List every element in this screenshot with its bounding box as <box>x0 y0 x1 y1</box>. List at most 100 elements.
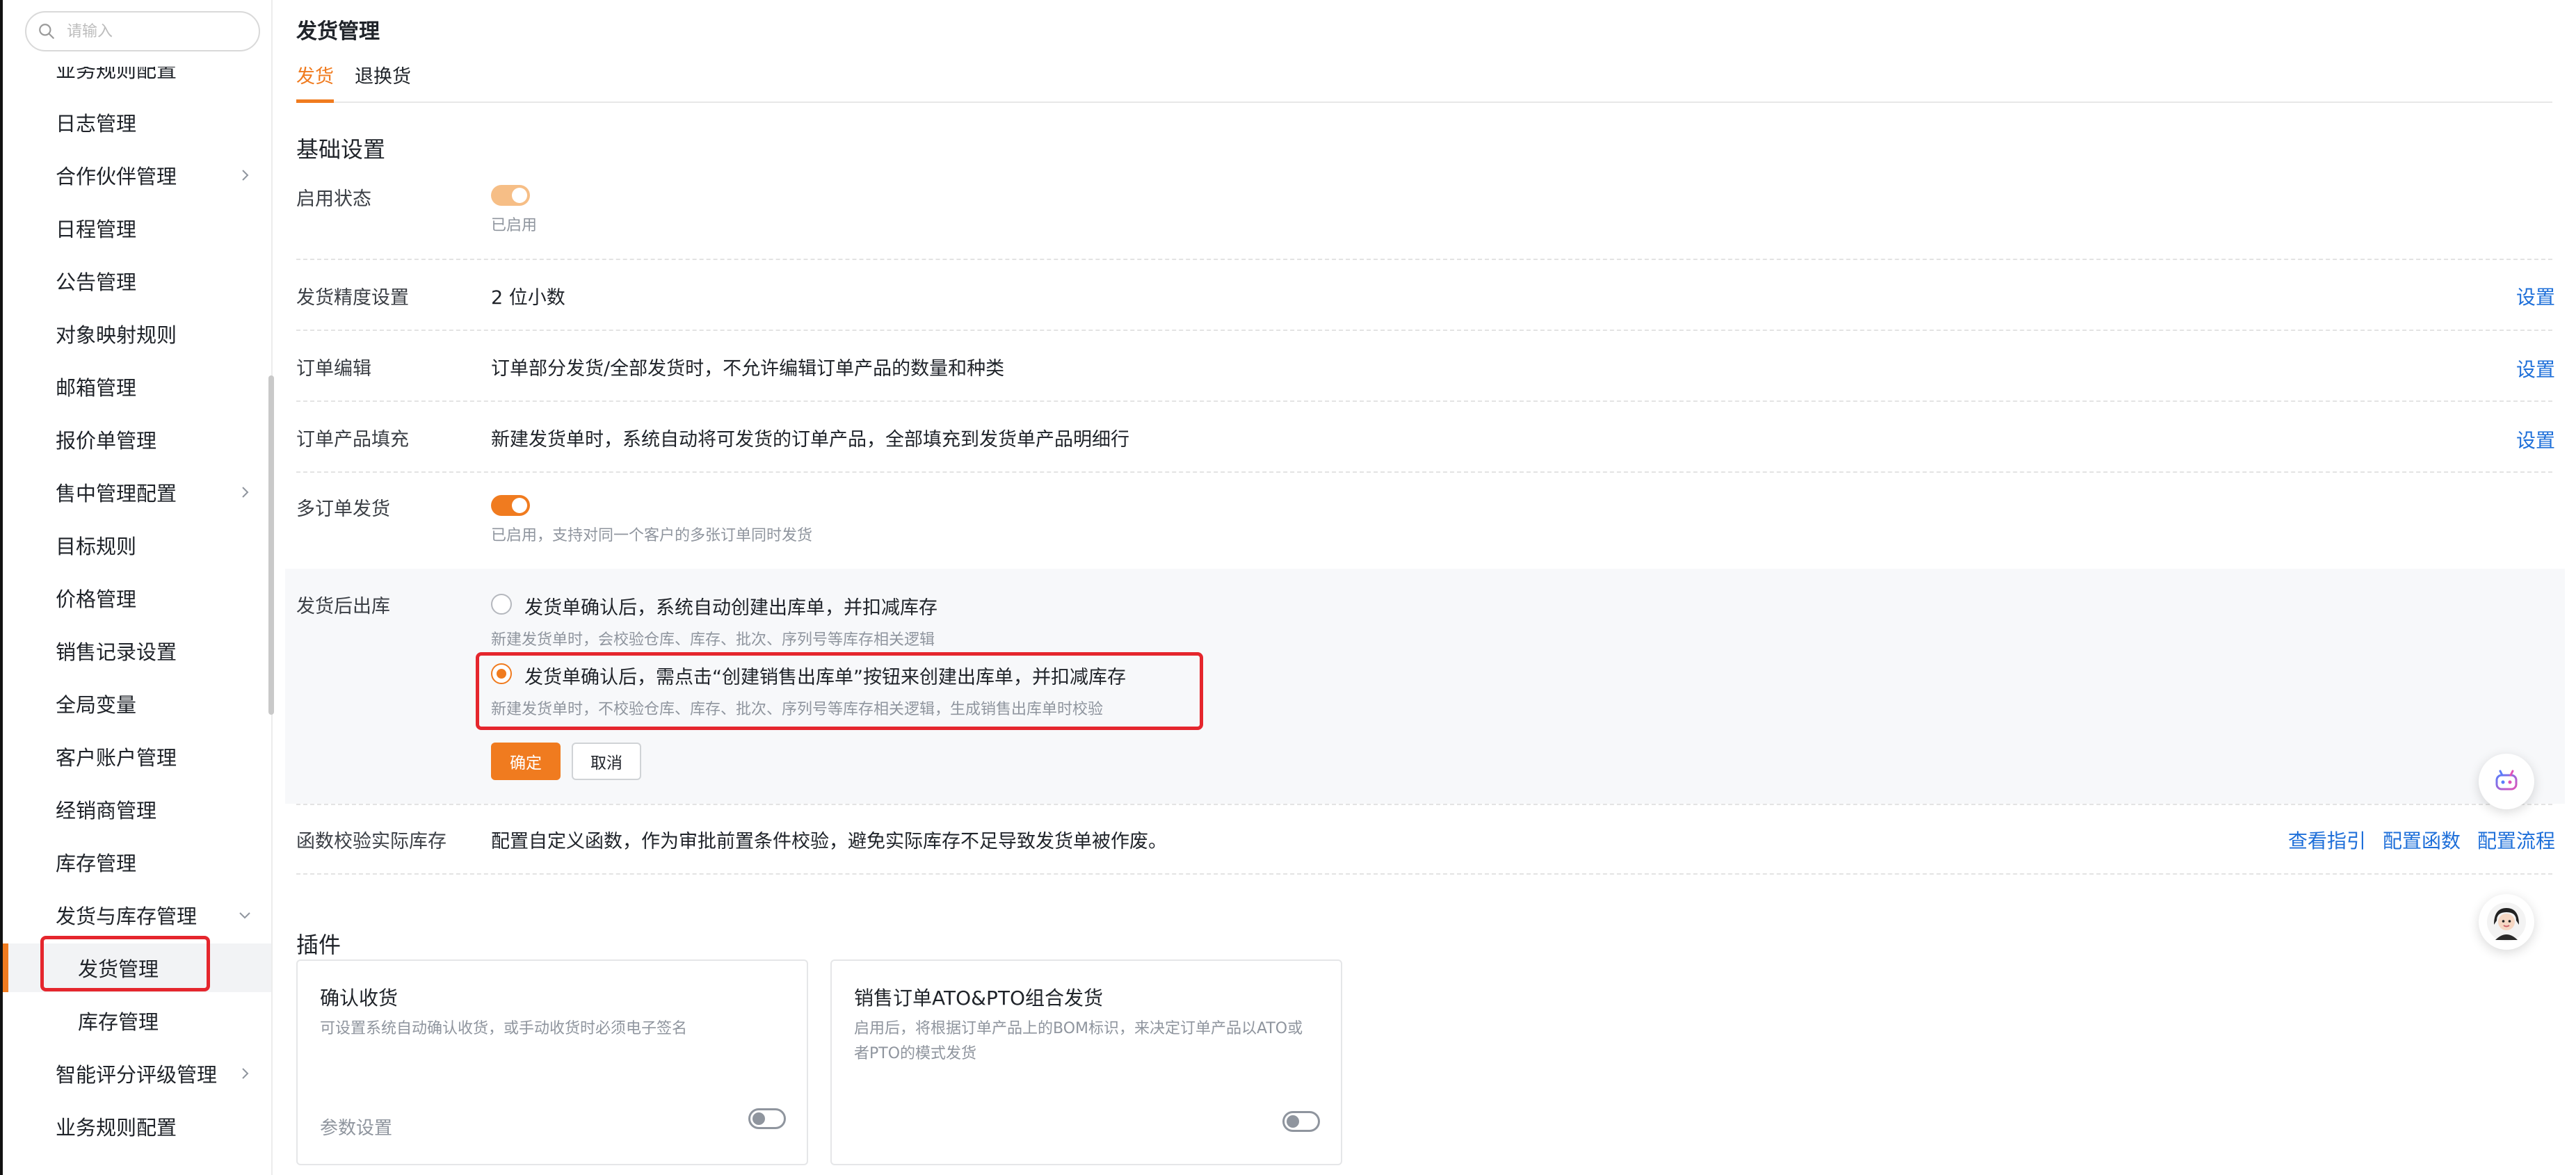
plugin-desc: 可设置系统自动确认收货，或手动收货时必须电子签名 <box>320 1020 688 1037</box>
sidebar-item-dealer[interactable]: 经销商管理 <box>3 785 274 834</box>
func-check-label: 函数校验实际库存 <box>296 831 446 852</box>
toggle-knob <box>512 498 527 513</box>
sidebar-item-label: 全局变量 <box>56 693 137 717</box>
chevron-right-icon <box>242 487 249 498</box>
divider <box>296 873 2552 875</box>
enable-status-toggle[interactable] <box>491 185 530 206</box>
sidebar-item-price[interactable]: 价格管理 <box>3 574 274 622</box>
plugin-title: 确认收货 <box>320 987 399 1010</box>
sidebar-item-target-rules[interactable]: 目标规则 <box>3 521 274 569</box>
after-ship-option1-radio[interactable] <box>491 594 512 615</box>
sidebar-item-inventory-sub[interactable]: 库存管理 <box>3 996 274 1045</box>
toggle-knob <box>512 188 527 203</box>
sidebar-item-mailbox[interactable]: 邮箱管理 <box>3 362 274 411</box>
plugin-params-setting[interactable]: 参数设置 <box>320 1114 392 1140</box>
sidebar-item-label: 价格管理 <box>56 588 137 611</box>
sidebar-item-label: 销售记录设置 <box>56 640 177 664</box>
divider <box>296 259 2552 260</box>
plugin-desc: 启用后，将根据订单产品上的BOM标识，来决定订单产品以ATO或者PTO的模式发货 <box>854 1020 1303 1062</box>
sidebar-item-label: 业务规则配置 <box>56 1116 177 1140</box>
order-edit-value: 订单部分发货/全部发货时，不允许编辑订单产品的数量和种类 <box>491 358 1005 380</box>
divider <box>296 804 2552 805</box>
sidebar-item-label: 客户账户管理 <box>56 746 177 770</box>
chevron-right-icon <box>242 1068 249 1079</box>
sidebar-item-object-mapping[interactable]: 对象映射规则 <box>3 309 274 358</box>
sidebar-item-label: 公告管理 <box>56 270 137 294</box>
sidebar-item-label: 库存管理 <box>56 852 137 875</box>
after-ship-option2-radio[interactable] <box>491 663 512 684</box>
sidebar-item-sales-record[interactable]: 销售记录设置 <box>3 626 274 675</box>
sidebar-item-scoring[interactable]: 智能评分评级管理 <box>3 1049 274 1098</box>
sidebar-item-label: 报价单管理 <box>56 429 157 453</box>
sidebar-item-label: 目标规则 <box>56 535 137 558</box>
sidebar-item-inventory[interactable]: 库存管理 <box>3 838 274 886</box>
plugin-title: 销售订单ATO&PTO组合发货 <box>854 987 1103 1010</box>
divider <box>296 471 2552 473</box>
sidebar-item-label: 智能评分评级管理 <box>56 1063 218 1087</box>
sidebar-item-label: 经销商管理 <box>56 799 157 822</box>
order-fill-value: 新建发货单时，系统自动将可发货的订单产品，全部填充到发货单产品明细行 <box>491 429 1129 451</box>
main-content: 发货管理 发货 退换货 基础设置 启用状态 已启用 发货精度设置 2 位小数 设… <box>273 0 2576 1175</box>
confirm-button[interactable]: 确定 <box>491 743 561 780</box>
after-ship-option2-label[interactable]: 发货单确认后，需点击“创建销售出库单”按钮来创建出库单，并扣减库存 <box>524 662 1126 689</box>
robot-assistant-icon <box>2495 770 2518 791</box>
avatar-icon <box>2487 902 2526 941</box>
multi-order-toggle[interactable] <box>491 495 530 516</box>
enable-status-sub: 已启用 <box>491 217 538 234</box>
sidebar-item-label: 合作伙伴管理 <box>56 165 177 188</box>
view-guide-link[interactable]: 查看指引 <box>2288 826 2366 854</box>
tab-shipping[interactable]: 发货 <box>296 61 334 103</box>
sidebar-item-shipping-inventory[interactable]: 发货与库存管理 <box>3 891 274 939</box>
sidebar-item-label: 业务规则配置 <box>56 67 177 82</box>
sidebar-item-schedule[interactable]: 日程管理 <box>3 204 274 252</box>
precision-settings-link[interactable]: 设置 <box>2516 282 2555 310</box>
divider <box>296 330 2552 331</box>
sidebar-item-business-rules[interactable]: 业务规则配置 <box>3 1102 274 1151</box>
after-ship-option1-sub: 新建发货单时，会校验仓库、库存、批次、序列号等库存相关逻辑 <box>491 631 935 649</box>
enable-status-label: 启用状态 <box>296 188 371 210</box>
multi-order-sub: 已启用，支持对同一个客户的多张订单同时发货 <box>491 527 813 544</box>
sidebar-item-shipping[interactable]: 发货管理 <box>3 943 271 992</box>
search-input[interactable] <box>65 22 246 41</box>
cancel-button[interactable]: 取消 <box>572 743 641 780</box>
sidebar-menu: 业务规则配置 日志管理 合作伙伴管理 日程管理 公告管理 对象映射规则 邮箱管理… <box>3 67 274 1175</box>
search-icon <box>39 24 54 39</box>
support-avatar-button[interactable] <box>2479 894 2534 950</box>
after-ship-option1-label[interactable]: 发货单确认后，系统自动创建出库单，并扣减库存 <box>524 592 937 619</box>
after-ship-label: 发货后出库 <box>296 596 390 617</box>
plugins-title: 插件 <box>296 932 341 958</box>
sidebar-item-customer-account[interactable]: 客户账户管理 <box>3 732 274 781</box>
order-edit-settings-link[interactable]: 设置 <box>2516 355 2555 382</box>
sidebar-item-quote[interactable]: 报价单管理 <box>3 415 274 464</box>
sidebar-item-announcement[interactable]: 公告管理 <box>3 257 274 305</box>
sidebar-item-label: 对象映射规则 <box>56 323 177 347</box>
sidebar-item-partial[interactable]: 业务规则配置 <box>56 67 177 82</box>
plugin-toggle[interactable] <box>1282 1111 1320 1132</box>
order-edit-label: 订单编辑 <box>296 358 371 380</box>
plugin-card-confirm-receipt[interactable]: 确认收货 可设置系统自动确认收货，或手动收货时必须电子签名 参数设置 <box>296 959 808 1165</box>
sidebar-item-label: 售中管理配置 <box>56 482 177 505</box>
sidebar-item-partner[interactable]: 合作伙伴管理 <box>3 151 274 200</box>
search-box[interactable] <box>25 11 260 51</box>
sidebar-item-log[interactable]: 日志管理 <box>3 98 274 147</box>
plugin-card-ato-pto[interactable]: 销售订单ATO&PTO组合发货 启用后，将根据订单产品上的BOM标识，来决定订单… <box>830 959 1342 1165</box>
order-fill-label: 订单产品填充 <box>296 429 409 451</box>
tab-return-exchange[interactable]: 退换货 <box>355 61 411 103</box>
sidebar-item-label: 发货管理 <box>78 957 159 981</box>
assistant-button[interactable] <box>2479 754 2534 809</box>
sidebar-item-label: 库存管理 <box>78 1010 159 1034</box>
precision-label: 发货精度设置 <box>296 287 409 309</box>
config-flow-link[interactable]: 配置流程 <box>2477 826 2555 854</box>
toggle-knob <box>1287 1115 1299 1128</box>
plugin-toggle[interactable] <box>748 1108 786 1129</box>
basic-settings-title: 基础设置 <box>296 136 386 163</box>
chevron-down-icon <box>239 912 250 919</box>
toggle-knob <box>752 1112 765 1125</box>
sidebar-item-label: 邮箱管理 <box>56 376 137 400</box>
after-ship-option2-sub: 新建发货单时，不校验仓库、库存、批次、序列号等库存相关逻辑，生成销售出库单时校验 <box>491 701 1104 718</box>
sidebar-item-global-vars[interactable]: 全局变量 <box>3 679 274 728</box>
sidebar-item-label: 日志管理 <box>56 112 137 136</box>
sidebar-item-in-sale-config[interactable]: 售中管理配置 <box>3 468 274 517</box>
order-fill-settings-link[interactable]: 设置 <box>2516 426 2555 453</box>
config-function-link[interactable]: 配置函数 <box>2383 826 2461 854</box>
